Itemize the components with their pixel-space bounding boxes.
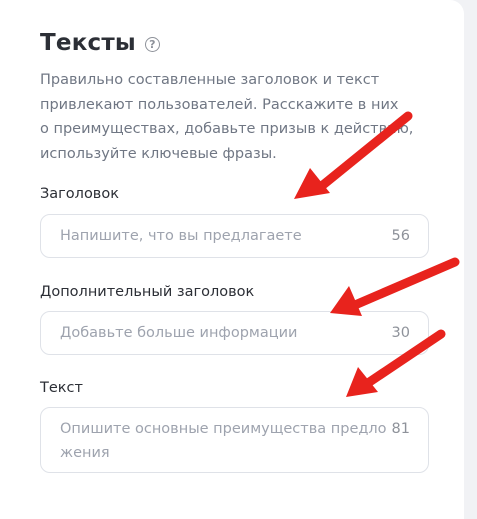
text-char-counter: 81 bbox=[391, 421, 410, 437]
headline-label: Заголовок bbox=[40, 186, 119, 202]
texts-section-card: Тексты ? Правильно составленные заголово… bbox=[0, 0, 464, 519]
text-textarea[interactable]: Опишите основные преимущества предло жен… bbox=[40, 407, 429, 473]
section-title: Тексты bbox=[40, 30, 136, 56]
subheadline-char-counter: 30 bbox=[391, 325, 410, 341]
section-header: Тексты ? bbox=[40, 30, 160, 56]
section-description: Правильно составленные заголовок и текст… bbox=[40, 72, 414, 162]
headline-placeholder: Напишите, что вы предлагаете bbox=[60, 228, 302, 244]
text-placeholder-line-1: Опишите основные преимущества предло bbox=[60, 421, 387, 437]
headline-char-counter: 56 bbox=[391, 228, 410, 244]
subheadline-input[interactable]: Добавьте больше информации 30 bbox=[40, 311, 429, 355]
text-label: Текст bbox=[40, 380, 83, 396]
help-icon[interactable]: ? bbox=[144, 37, 160, 52]
headline-input[interactable]: Напишите, что вы предлагаете 56 bbox=[40, 214, 429, 258]
subheadline-placeholder: Добавьте больше информации bbox=[60, 325, 298, 341]
text-placeholder-line-2: жения bbox=[60, 445, 110, 461]
subheadline-label: Дополнительный заголовок bbox=[40, 284, 255, 300]
